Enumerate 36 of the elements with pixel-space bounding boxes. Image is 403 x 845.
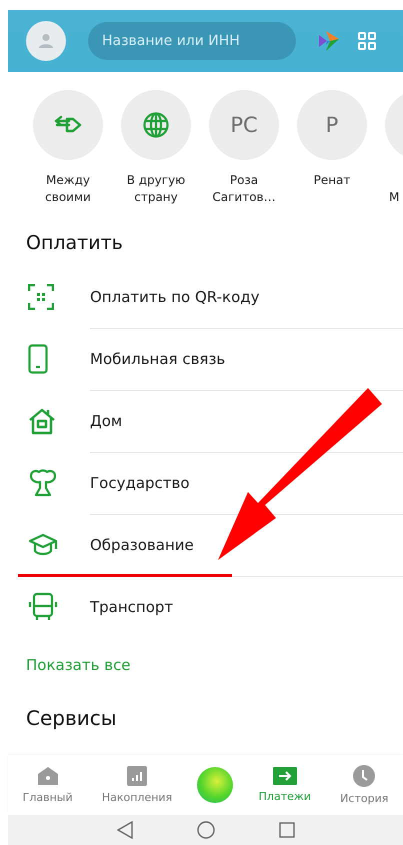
payment-category[interactable]: Оплатить по QR-коду: [90, 266, 403, 328]
section-title: Сервисы: [26, 706, 118, 730]
grid-icon[interactable]: [358, 32, 376, 50]
payment-category[interactable]: Мобильная связь: [90, 328, 403, 390]
profile-avatar[interactable]: [26, 21, 66, 61]
nav-tab[interactable]: Главный: [18, 764, 77, 806]
nav-tab[interactable]: Платежи: [254, 765, 315, 805]
contact-label: М: [389, 189, 400, 206]
bar-chart-icon: [127, 766, 148, 786]
contact-circle[interactable]: Р: [297, 90, 367, 160]
contact-circle[interactable]: РС: [209, 90, 279, 160]
bus-icon: [28, 592, 58, 622]
clock-icon: [353, 765, 376, 787]
section-title: Оплатить: [26, 232, 124, 254]
contact-label: Между своими: [44, 172, 92, 206]
home-circle-icon[interactable]: [196, 821, 214, 839]
assistant-orb[interactable]: [197, 767, 234, 803]
qr-scan-icon: [28, 284, 54, 310]
graduation-cap-icon: [28, 533, 58, 557]
nav-tab[interactable]: Накопления: [98, 764, 176, 806]
back-icon[interactable]: [116, 821, 132, 839]
globe-icon: [142, 111, 170, 139]
nav-tab[interactable]: История: [336, 763, 392, 807]
person-icon: [38, 33, 54, 49]
contact-label: Роза Сагитов…: [211, 172, 277, 206]
house-icon: [28, 407, 56, 435]
emblem-icon: [28, 468, 58, 498]
colorful-triangles-icon[interactable]: [318, 30, 340, 52]
contact-label: В другую страну: [126, 172, 186, 206]
phone-icon: [28, 344, 48, 374]
search-field[interactable]: Название или ИНН: [88, 22, 296, 60]
contact-label: Ренат: [312, 172, 352, 189]
recents-square-icon[interactable]: [278, 822, 294, 838]
home-icon: [36, 766, 59, 786]
payment-category[interactable]: Транспорт: [90, 576, 403, 638]
show-all-link[interactable]: Показать все: [26, 656, 131, 674]
